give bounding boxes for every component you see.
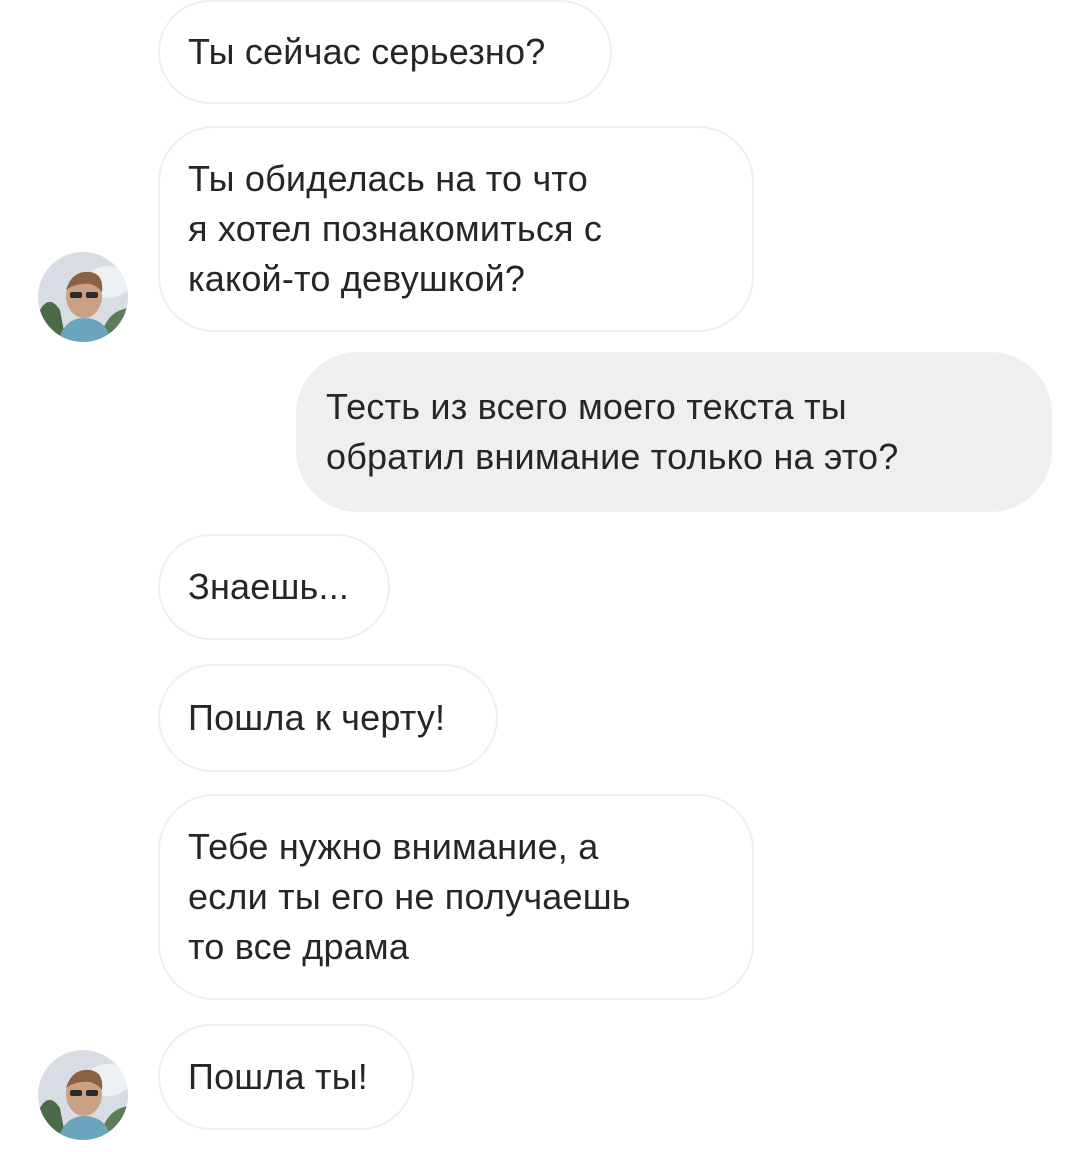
profile-photo-avatar bbox=[38, 252, 128, 342]
message-text: Знаешь... bbox=[188, 566, 350, 607]
message-bubble-incoming[interactable]: Ты сейчас серьезно? bbox=[158, 0, 612, 104]
message-text: Тебе нужно внимание, а если ты его не по… bbox=[188, 826, 631, 967]
sender-avatar[interactable] bbox=[38, 252, 128, 342]
message-text: Тесть из всего моего текста ты обратил в… bbox=[326, 386, 899, 477]
message-text: Пошла ты! bbox=[188, 1056, 368, 1097]
message-text: Пошла к черту! bbox=[188, 697, 446, 738]
message-bubble-incoming[interactable]: Тебе нужно внимание, а если ты его не по… bbox=[158, 794, 754, 1000]
message-text: Ты обиделась на то что я хотел познакоми… bbox=[188, 158, 603, 299]
message-bubble-incoming[interactable]: Знаешь... bbox=[158, 534, 390, 640]
message-text: Ты сейчас серьезно? bbox=[188, 31, 546, 72]
message-bubble-incoming[interactable]: Пошла к черту! bbox=[158, 664, 498, 772]
message-bubble-incoming[interactable]: Пошла ты! bbox=[158, 1024, 414, 1130]
sender-avatar[interactable] bbox=[38, 1050, 128, 1140]
profile-photo-avatar bbox=[38, 1050, 128, 1140]
message-bubble-outgoing[interactable]: Тесть из всего моего текста ты обратил в… bbox=[296, 352, 1052, 512]
message-thread: Ты сейчас серьезно? Ты обиделась на то ч… bbox=[0, 0, 1080, 1152]
message-bubble-incoming[interactable]: Ты обиделась на то что я хотел познакоми… bbox=[158, 126, 754, 332]
